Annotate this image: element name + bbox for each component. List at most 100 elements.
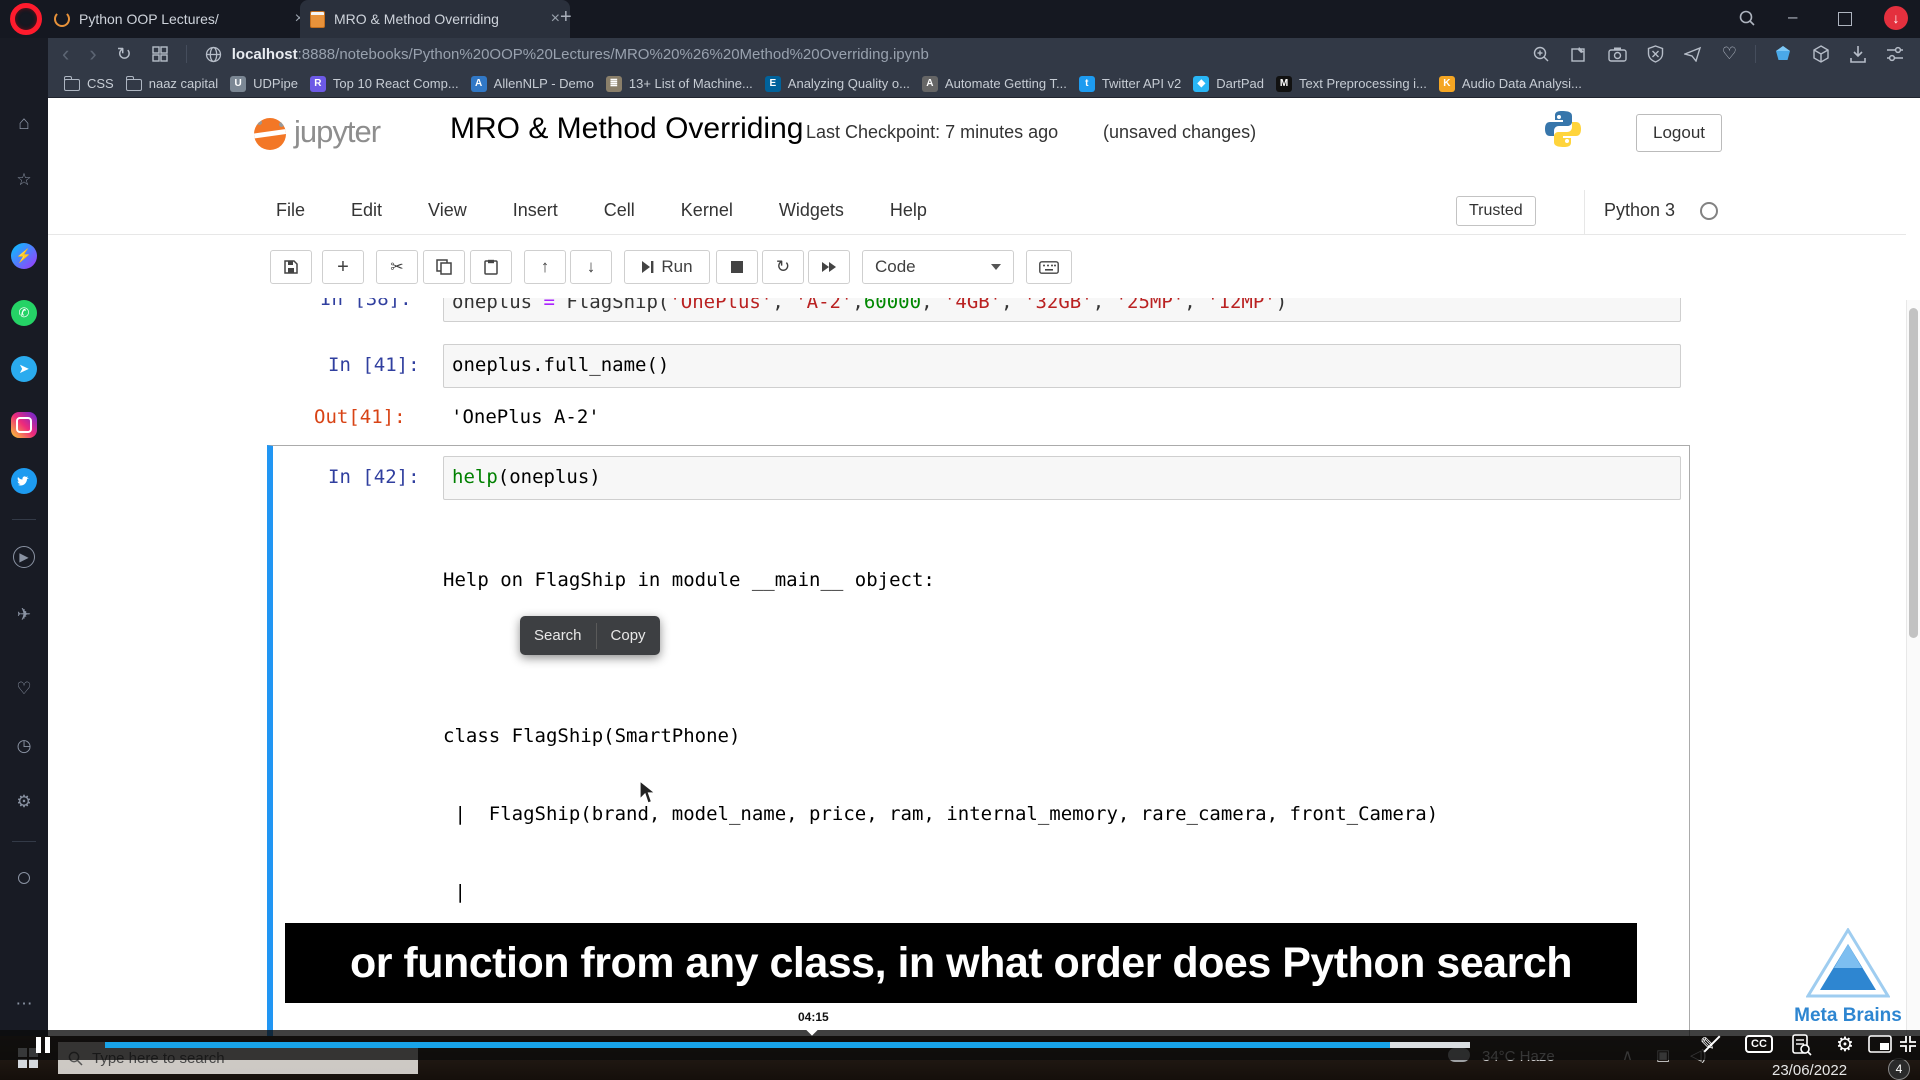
- picture-in-picture-icon[interactable]: [1868, 1035, 1892, 1053]
- menu-widgets[interactable]: Widgets: [779, 200, 844, 221]
- whatsapp-icon[interactable]: ✆: [11, 300, 37, 326]
- downloads-icon[interactable]: [1850, 45, 1866, 63]
- browser-tab-python-oop[interactable]: Python OOP Lectures/ ×: [44, 0, 314, 38]
- home-icon[interactable]: ⌂: [0, 113, 48, 135]
- menu-help[interactable]: Help: [890, 200, 927, 221]
- bookmark-item[interactable]: E Analyzing Quality o...: [764, 75, 910, 92]
- speed-dial-icon[interactable]: ☆: [0, 170, 48, 190]
- save-button[interactable]: [270, 250, 312, 284]
- interrupt-kernel-button[interactable]: [716, 250, 758, 284]
- popup-copy-button[interactable]: Copy: [597, 616, 660, 655]
- cut-cell-button[interactable]: ✂: [376, 250, 418, 284]
- easy-setup-sliders-icon[interactable]: [1886, 46, 1904, 62]
- move-cell-up-button[interactable]: ↑: [524, 250, 566, 284]
- menu-file[interactable]: File: [276, 200, 305, 221]
- logout-button[interactable]: Logout: [1636, 114, 1722, 152]
- bookmark-item[interactable]: U UDPipe: [230, 75, 298, 92]
- bookmark-item[interactable]: t Twitter API v2: [1078, 75, 1181, 92]
- pause-icon[interactable]: [36, 1037, 41, 1053]
- reload-icon[interactable]: ↻: [117, 44, 132, 65]
- exit-fullscreen-icon[interactable]: [1898, 1034, 1918, 1054]
- restart-run-all-button[interactable]: [808, 250, 850, 284]
- telegram-icon[interactable]: ➤: [11, 356, 37, 382]
- settings-gear-icon[interactable]: ⚙: [0, 792, 48, 812]
- speed-dial-grid-icon[interactable]: [152, 46, 168, 62]
- code-cell-41[interactable]: oneplus.full_name(): [443, 344, 1681, 388]
- flow-icon[interactable]: ✈: [0, 605, 48, 625]
- move-cell-down-button[interactable]: ↓: [570, 250, 612, 284]
- maximize-button[interactable]: [1838, 12, 1852, 26]
- favicon-icon: ≣: [605, 75, 622, 92]
- notebook-title[interactable]: MRO & Method Overriding: [450, 112, 803, 146]
- snapshot-camera-icon[interactable]: [1608, 46, 1627, 62]
- ideas-bulb-icon[interactable]: [0, 869, 48, 889]
- bookmark-item[interactable]: K Audio Data Analysi...: [1438, 75, 1582, 92]
- menu-view[interactable]: View: [428, 200, 467, 221]
- bookmark-folder[interactable]: naaz capital: [125, 76, 218, 91]
- bookmark-label: Automate Getting T...: [944, 76, 1067, 91]
- python-logo-icon: [1545, 111, 1581, 147]
- adblock-shield-icon[interactable]: [1647, 45, 1664, 63]
- bookmark-item[interactable]: ≣ 13+ List of Machine...: [605, 75, 753, 92]
- jupyter-logo[interactable]: jupyter: [254, 114, 381, 150]
- vpn-extension-icon[interactable]: [1774, 45, 1792, 63]
- forward-icon[interactable]: ›: [89, 41, 96, 67]
- code-cell-clipped[interactable]: oneplus = FlagShip('OnePlus', 'A-2',6000…: [443, 298, 1681, 322]
- captions-cc-button[interactable]: CC: [1745, 1035, 1773, 1053]
- menu-edit[interactable]: Edit: [351, 200, 382, 221]
- copy-cell-button[interactable]: [423, 250, 465, 284]
- code-cell-42[interactable]: help(oneplus): [443, 456, 1681, 500]
- sidebar-divider: [12, 519, 36, 520]
- back-icon[interactable]: ‹: [62, 41, 69, 67]
- popup-search-button[interactable]: Search: [520, 616, 596, 655]
- annotations-off-icon[interactable]: ✎: [1700, 1034, 1721, 1055]
- cell-type-dropdown[interactable]: Code: [862, 250, 1014, 284]
- pinboard-icon[interactable]: [1570, 45, 1588, 63]
- taskbar-date[interactable]: 23/06/2022: [1772, 1062, 1847, 1079]
- minimize-button[interactable]: –: [1788, 7, 1797, 27]
- twitter-icon[interactable]: [11, 468, 37, 494]
- restart-kernel-button[interactable]: ↻: [762, 250, 804, 284]
- bookmark-item[interactable]: ◆ DartPad: [1193, 75, 1264, 92]
- browser-update-button[interactable]: ↓: [1884, 6, 1908, 30]
- browser-tab-mro[interactable]: MRO & Method Overriding ×: [300, 0, 570, 38]
- find-zoom-icon[interactable]: [1532, 45, 1550, 63]
- history-clock-icon[interactable]: ◷: [0, 736, 48, 756]
- page-scrollbar[interactable]: [1906, 300, 1920, 1080]
- run-button[interactable]: Run: [624, 250, 710, 284]
- menu-kernel[interactable]: Kernel: [681, 200, 733, 221]
- player-icon[interactable]: ▶: [0, 546, 48, 568]
- new-tab-button[interactable]: +: [560, 6, 572, 29]
- favorites-heart-icon[interactable]: ♡: [0, 679, 48, 699]
- search-icon[interactable]: [1738, 9, 1756, 27]
- pause-icon[interactable]: [45, 1037, 50, 1053]
- transcript-search-icon[interactable]: [1792, 1034, 1812, 1056]
- add-cell-button[interactable]: +: [322, 250, 364, 284]
- bookmark-item[interactable]: R Top 10 React Comp...: [309, 75, 459, 92]
- favicon-icon: A: [470, 75, 487, 92]
- sidebar-more-icon[interactable]: ⋯: [0, 994, 48, 1014]
- bookmark-heart-icon[interactable]: ♡: [1722, 44, 1737, 64]
- messenger-icon[interactable]: ⚡: [11, 243, 37, 269]
- scrollbar-thumb[interactable]: [1909, 308, 1918, 638]
- bookmark-item[interactable]: A AllenNLP - Demo: [470, 75, 594, 92]
- bookmark-item[interactable]: M Text Preprocessing i...: [1276, 75, 1427, 92]
- bookmark-item[interactable]: A Automate Getting T...: [921, 75, 1067, 92]
- opera-menu-button[interactable]: [10, 3, 42, 35]
- player-settings-gear-icon[interactable]: ⚙: [1836, 1032, 1854, 1057]
- notification-badge[interactable]: 4: [1888, 1058, 1910, 1080]
- my-flow-icon[interactable]: [1683, 46, 1702, 62]
- instagram-icon[interactable]: [11, 412, 37, 438]
- url-field[interactable]: localhost:8888/notebooks/Python%20OOP%20…: [232, 46, 929, 63]
- bookmark-label: Top 10 React Comp...: [332, 76, 459, 91]
- video-progress-track[interactable]: [105, 1042, 1470, 1048]
- bookmark-folder[interactable]: CSS: [64, 76, 114, 91]
- menu-cell[interactable]: Cell: [604, 200, 635, 221]
- command-palette-button[interactable]: [1026, 250, 1072, 284]
- tab-close-icon[interactable]: ×: [551, 10, 560, 28]
- video-caption: or function from any class, in what orde…: [285, 923, 1637, 1003]
- menu-insert[interactable]: Insert: [513, 200, 558, 221]
- output-value: 'OnePlus A-2': [451, 406, 600, 428]
- extensions-cube-icon[interactable]: [1812, 45, 1830, 63]
- paste-cell-button[interactable]: [470, 250, 512, 284]
